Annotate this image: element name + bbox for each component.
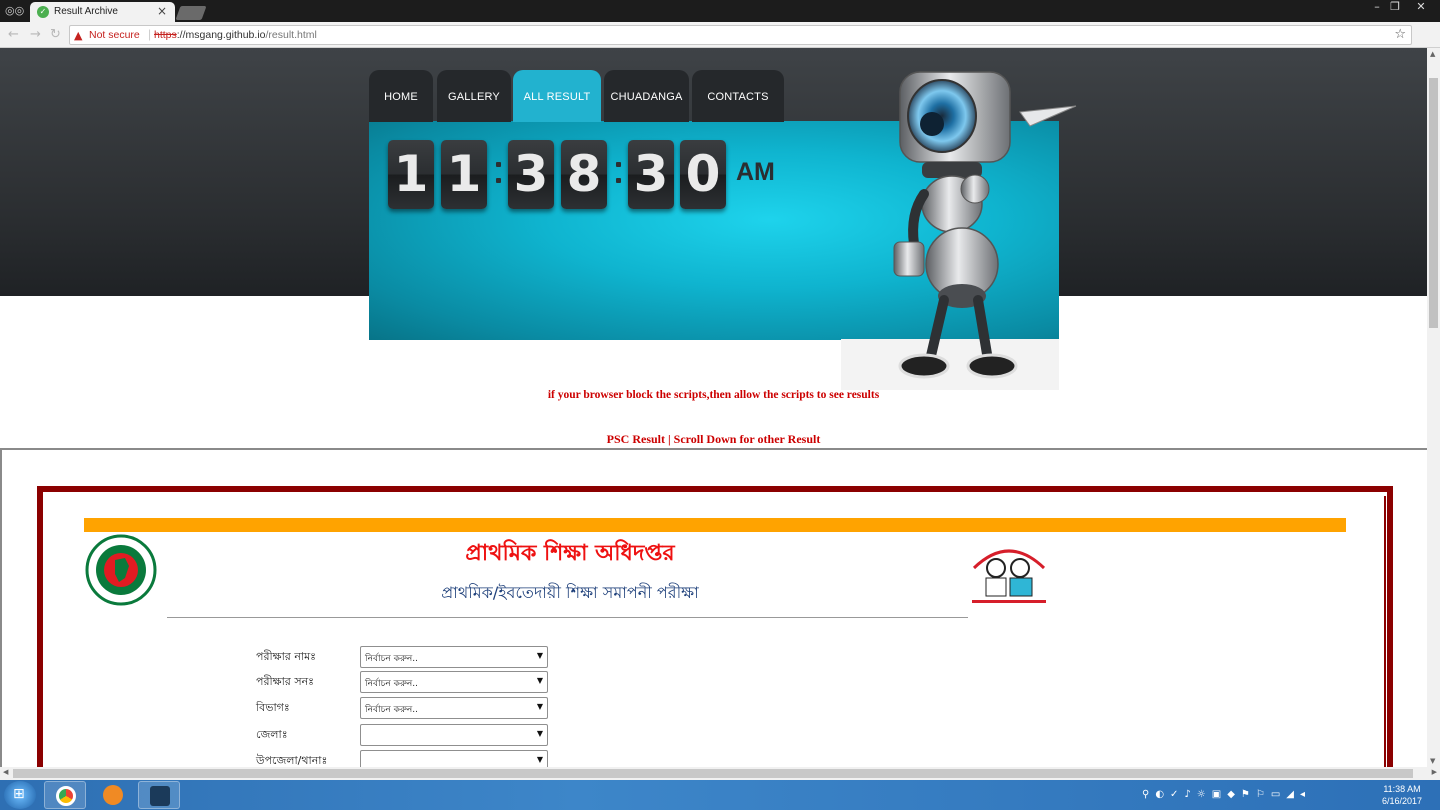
clock-digit: 0 [680,140,726,209]
start-button[interactable]: ⊞ [4,781,36,809]
new-tab-button[interactable] [175,6,207,20]
result-links: PSC Result | Scroll Down for other Resul… [0,432,1427,447]
browser-tab[interactable]: ✓ Result Archive × [30,2,175,22]
clock-digit: 8 [561,140,607,209]
vertical-scrollbar[interactable]: ▲ ▼ [1427,48,1440,767]
scroll-up-icon[interactable]: ▲ [1430,50,1435,58]
clock-digit: 3 [508,140,554,209]
url-separator: | [148,27,152,41]
exam-name-value: নির্বাচন করুন.. [365,654,418,664]
taskbar-uc-browser[interactable] [92,781,134,809]
division-label: বিভাগঃ [256,701,290,714]
exam-name-label: পরীক্ষার নামঃ [256,650,317,663]
header-stripe [84,518,1346,532]
page-content: HOME GALLERY ALL RESULT CHUADANGA CONTAC… [0,48,1427,767]
page-subtitle: প্রাথমিক/ইবতেদায়ী শিক্ষা সমাপনী পরীক্ষা [441,583,699,602]
tab-close-icon[interactable]: × [157,4,167,18]
iframe-top-border [0,448,1427,450]
clock-digit: 1 [441,140,487,209]
iframe-left-border [0,448,2,767]
dropdown-arrow-icon: ▼ [536,702,543,711]
scroll-left-icon[interactable]: ◀ [3,768,8,776]
district-label: জেলাঃ [256,728,288,741]
clock-ampm: AM [736,158,775,186]
nav-chuadanga[interactable]: CHUADANGA [604,70,689,122]
scroll-down-icon[interactable]: ▼ [1430,757,1435,765]
exam-year-value: নির্বাচন করুন.. [365,679,418,689]
nav-all-result[interactable]: ALL RESULT [513,70,601,122]
url-domain: ://msgang.github.io [176,29,266,41]
app-icon [150,786,170,806]
psc-result-link[interactable]: PSC Result [607,432,665,446]
link-separator: | [665,432,674,446]
url-text[interactable]: https://msgang.github.io/result.html [154,29,317,41]
result-panel-inner-border [1384,496,1386,767]
reload-icon[interactable]: ↻ [50,27,61,42]
browser-toolbar: ← → ↻ ▲ Not secure | https://msgang.gith… [0,22,1440,48]
taskbar-chrome[interactable] [44,781,86,809]
dropdown-arrow-icon: ▼ [536,676,543,685]
division-select[interactable]: নির্বাচন করুন.. ▼ [360,697,548,719]
uc-browser-icon [103,785,123,805]
windows-logo-icon: ⊞ [13,786,25,802]
govt-seal-logo [85,534,157,606]
browser-titlebar: ◎◎ ✓ Result Archive × – ❐ ✕ [0,0,1440,22]
other-result-link[interactable]: Scroll Down for other Result [674,432,821,446]
vertical-scroll-thumb[interactable] [1429,78,1438,328]
clock-colon [493,154,503,194]
horizontal-scrollbar[interactable]: ◀ ▶ [0,767,1440,780]
nav-home[interactable]: HOME [369,70,433,122]
chrome-icon [56,786,76,806]
horizontal-scroll-thumb[interactable] [13,769,1413,778]
dropdown-arrow-icon: ▼ [536,755,543,764]
favicon-icon: ✓ [37,6,49,18]
dropdown-arrow-icon: ▼ [536,651,543,660]
division-value: নির্বাচন করুন.. [365,705,418,715]
taskbar-time: 11:38 AM [1383,784,1421,794]
restore-icon[interactable]: ❐ [1384,0,1406,14]
back-arrow-icon[interactable]: ← [8,27,19,42]
taskbar-app[interactable] [138,781,180,809]
clock-digit: 3 [628,140,674,209]
district-select[interactable]: ▼ [360,724,548,746]
robot-image [893,71,1077,379]
not-secure-label: Not secure [89,29,140,41]
upazila-select[interactable]: ▼ [360,750,548,767]
page-title: প্রাথমিক শিক্ষা অধিদপ্তর [465,541,675,566]
incognito-icon: ◎◎ [5,4,25,17]
warning-icon: ▲ [74,29,83,42]
header-divider [167,617,968,618]
upazila-label: উপজেলা/থানাঃ [256,754,328,767]
url-protocol: https [154,29,177,41]
url-path: /result.html [265,29,317,41]
dropdown-arrow-icon: ▼ [536,729,543,738]
clock-colon [613,154,623,194]
exam-name-select[interactable]: নির্বাচন করুন.. ▼ [360,646,548,668]
taskbar-date: 6/16/2017 [1381,796,1423,806]
education-logo [972,549,1046,603]
star-icon[interactable]: ☆ [1394,27,1406,42]
nav-gallery[interactable]: GALLERY [437,70,511,122]
nav-contacts[interactable]: CONTACTS [692,70,784,122]
scroll-right-icon[interactable]: ▶ [1432,768,1437,776]
exam-year-label: পরীক্ষার সনঃ [256,675,315,688]
taskbar-clock[interactable]: 11:38 AM 6/16/2017 [1372,783,1432,807]
system-tray-icons[interactable]: ⚲◐✓♪☼▣◆⚑⚐▭◢◂ [1142,789,1311,800]
exam-year-select[interactable]: নির্বাচন করুন.. ▼ [360,671,548,693]
script-notice: if your browser block the scripts,then a… [547,389,880,401]
tab-title: Result Archive [54,6,118,17]
forward-arrow-icon[interactable]: → [30,27,41,42]
address-bar[interactable]: ▲ Not secure | https://msgang.github.io/… [69,25,1412,45]
close-window-icon[interactable]: ✕ [1410,0,1432,14]
windows-taskbar: ⊞ ⚲◐✓♪☼▣◆⚑⚐▭◢◂ 11:38 AM 6/16/2017 [0,780,1440,810]
clock-digit: 1 [388,140,434,209]
